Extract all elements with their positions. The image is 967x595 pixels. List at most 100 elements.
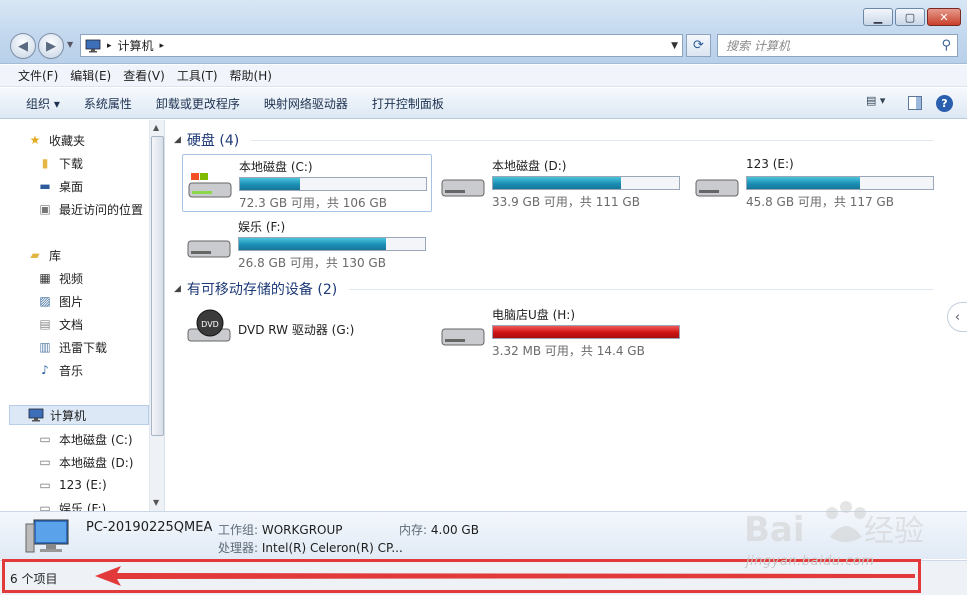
sidebar-item-label: 视频 xyxy=(59,271,84,286)
navigation-pane: ★ 收藏夹 ▮ 下载 ▬ 桌面 ▣ 最近访问的位置 ▰ 库 ▦ 视频 ▨ 图片 … xyxy=(0,120,165,511)
menu-tools[interactable]: 工具(T) xyxy=(171,67,224,84)
drive-item-e[interactable]: 123 (E:) 45.8 GB 可用，共 117 GB xyxy=(690,154,940,212)
sidebar-item-desktop[interactable]: ▬ 桌面 xyxy=(37,176,83,196)
collapse-icon[interactable]: ◢ xyxy=(174,284,181,294)
drive-space-info: 26.8 GB 可用，共 130 GB xyxy=(238,256,386,270)
drive-usage-bar xyxy=(238,237,426,251)
workgroup-label: 工作组: xyxy=(218,523,259,537)
menu-view[interactable]: 查看(V) xyxy=(117,67,171,84)
command-bar: 组织 ▾ 系统属性 卸载或更改程序 映射网络驱动器 打开控制面板 ▤ ▾ ? xyxy=(0,88,967,119)
drive-usage-fill xyxy=(747,177,861,189)
sidebar-item-libraries[interactable]: ▰ 库 xyxy=(27,245,61,265)
drive-usage-fill xyxy=(493,177,622,189)
chevron-right-icon[interactable]: ▸ xyxy=(107,41,112,51)
map-network-drive-button[interactable]: 映射网络驱动器 xyxy=(252,95,360,112)
sidebar-item-label: 图片 xyxy=(59,294,84,309)
chevron-left-icon[interactable]: ‹ xyxy=(947,302,967,332)
sidebar-item-label: 下载 xyxy=(59,156,84,171)
close-icon[interactable]: ✕ xyxy=(927,8,961,26)
hard-drive-icon xyxy=(187,240,231,258)
change-view-icon[interactable]: ▤ ▾ xyxy=(866,94,894,112)
drive-space-info: 45.8 GB 可用，共 117 GB xyxy=(746,195,894,209)
dvd-drive-icon: DVD xyxy=(187,309,231,342)
drive-name: 本地磁盘 (C:) xyxy=(239,160,313,174)
section-title: 硬盘 (4) xyxy=(186,133,240,149)
scroll-up-icon[interactable]: ▲ xyxy=(153,123,159,132)
sidebar-item-drive-c[interactable]: ▭ 本地磁盘 (C:) xyxy=(37,429,133,449)
sidebar-item-drive-e[interactable]: ▭ 123 (E:) xyxy=(37,475,106,495)
preview-pane-icon[interactable] xyxy=(908,96,922,110)
sidebar-item-computer[interactable]: 计算机 xyxy=(9,405,149,425)
sidebar-item-recent[interactable]: ▣ 最近访问的位置 xyxy=(37,199,143,219)
drive-item-g[interactable]: DVD DVD RW 驱动器 (G:) xyxy=(182,303,432,359)
collapse-icon[interactable]: ◢ xyxy=(174,135,181,145)
open-control-panel-button[interactable]: 打开控制面板 xyxy=(360,95,456,112)
drive-item-h[interactable]: 电脑店U盘 (H:) 3.32 MB 可用，共 14.4 GB xyxy=(436,303,686,361)
sidebar-item-xunlei[interactable]: ▥ 迅雷下载 xyxy=(37,337,107,357)
scroll-down-icon[interactable]: ▼ xyxy=(153,498,159,507)
cpu-value: Intel(R) Celeron(R) CP... xyxy=(261,541,403,555)
search-placeholder: 搜索 计算机 xyxy=(726,39,790,53)
sidebar-scrollbar[interactable]: ▲ ▼ xyxy=(149,120,164,511)
scrollbar-thumb[interactable] xyxy=(151,136,164,436)
sidebar-item-videos[interactable]: ▦ 视频 xyxy=(37,268,83,288)
drive-name: 本地磁盘 (D:) xyxy=(492,159,567,173)
drive-usage-fill xyxy=(239,238,386,250)
drive-space-info: 33.9 GB 可用，共 111 GB xyxy=(492,195,640,209)
breadcrumb-computer[interactable]: 计算机 xyxy=(118,37,154,54)
recent-places-icon: ▣ xyxy=(39,202,51,216)
sidebar-item-drive-d[interactable]: ▭ 本地磁盘 (D:) xyxy=(37,452,133,472)
documents-icon: ▤ xyxy=(39,317,51,331)
workgroup-value: WORKGROUP xyxy=(261,523,343,537)
memory-label: 内存: xyxy=(399,523,428,537)
organize-button[interactable]: 组织 ▾ xyxy=(14,95,72,112)
uninstall-button[interactable]: 卸载或更改程序 xyxy=(144,95,252,112)
sidebar-item-favorites[interactable]: ★ 收藏夹 xyxy=(27,130,85,150)
recent-pages-dropdown-icon[interactable]: ▼ xyxy=(67,40,73,49)
drive-name: 电脑店U盘 (H:) xyxy=(492,308,576,322)
address-dropdown-icon[interactable]: ▼ xyxy=(671,41,678,51)
sidebar-item-music[interactable]: ♪ 音乐 xyxy=(37,360,83,380)
drive-item-f[interactable]: 娱乐 (F:) 26.8 GB 可用，共 130 GB xyxy=(182,215,432,273)
help-icon[interactable]: ? xyxy=(936,94,953,112)
drive-name: DVD RW 驱动器 (G:) xyxy=(238,323,355,337)
back-button[interactable]: ◀ xyxy=(10,33,36,59)
pc-name: PC-20190225QMEA xyxy=(86,520,213,535)
system-drive-icon: ▭ xyxy=(39,432,51,446)
minimize-icon[interactable]: ▁ xyxy=(863,8,893,26)
cpu-label: 处理器: xyxy=(218,541,259,555)
forward-button[interactable]: ▶ xyxy=(38,33,64,59)
sidebar-item-label: 桌面 xyxy=(59,179,84,194)
sidebar-item-pictures[interactable]: ▨ 图片 xyxy=(37,291,83,311)
hard-disks-section-header[interactable]: ◢ 硬盘 (4) xyxy=(174,130,934,150)
sidebar-item-label: 收藏夹 xyxy=(49,133,86,148)
maximize-icon[interactable]: ▢ xyxy=(895,8,925,26)
memory-info: 内存: 4.00 GB xyxy=(399,521,479,538)
sidebar-item-label: 娱乐 (F:) xyxy=(59,501,107,512)
xunlei-download-icon: ▥ xyxy=(39,340,51,354)
sidebar-item-drive-f[interactable]: ▭ 娱乐 (F:) xyxy=(37,498,106,511)
usb-drive-icon xyxy=(441,328,485,346)
drive-item-c[interactable]: 本地磁盘 (C:) 72.3 GB 可用，共 106 GB xyxy=(182,154,432,212)
workgroup-info: 工作组: WORKGROUP xyxy=(218,521,343,538)
menu-edit[interactable]: 编辑(E) xyxy=(64,67,117,84)
drive-item-d[interactable]: 本地磁盘 (D:) 33.9 GB 可用，共 111 GB xyxy=(436,154,686,212)
memory-value: 4.00 GB xyxy=(430,523,479,537)
drive-name: 123 (E:) xyxy=(746,157,794,171)
removable-section-header[interactable]: ◢ 有可移动存储的设备 (2) xyxy=(174,279,934,299)
sidebar-item-documents[interactable]: ▤ 文档 xyxy=(37,314,83,334)
chevron-right-icon[interactable]: ▸ xyxy=(160,41,165,51)
cpu-info: 处理器: Intel(R) Celeron(R) CP... xyxy=(218,539,403,556)
system-properties-button[interactable]: 系统属性 xyxy=(72,95,144,112)
menu-help[interactable]: 帮助(H) xyxy=(224,67,278,84)
address-bar[interactable]: ▸ 计算机 ▸ ▼ xyxy=(80,34,683,57)
music-icon: ♪ xyxy=(41,363,49,377)
search-input[interactable]: 搜索 计算机 ⚲ xyxy=(717,34,958,57)
search-icon[interactable]: ⚲ xyxy=(941,38,951,53)
sidebar-item-downloads[interactable]: ▮ 下载 xyxy=(37,153,83,173)
sidebar-item-label: 本地磁盘 (C:) xyxy=(59,432,133,447)
menu-file[interactable]: 文件(F) xyxy=(12,67,64,84)
refresh-button[interactable]: ⟳ xyxy=(686,34,711,57)
sidebar-item-label: 文档 xyxy=(59,317,84,332)
item-count: 6 个项目 xyxy=(10,572,58,586)
